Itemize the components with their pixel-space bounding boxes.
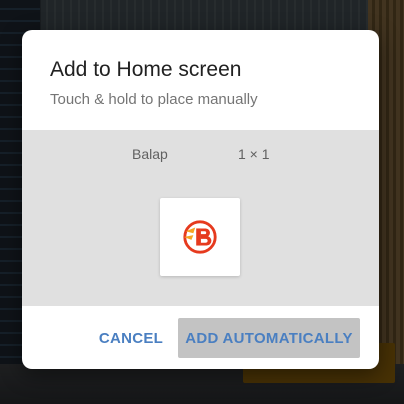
balap-logo-icon	[183, 220, 217, 254]
widget-preview-area: Balap 1 × 1	[22, 130, 379, 306]
dialog-subtitle: Touch & hold to place manually	[50, 91, 258, 108]
widget-name: Balap	[132, 146, 168, 162]
dialog-actions: CANCEL ADD AUTOMATICALLY	[22, 306, 379, 369]
cancel-button[interactable]: CANCEL	[94, 318, 168, 358]
widget-tile[interactable]	[160, 198, 240, 276]
widget-size: 1 × 1	[238, 146, 270, 162]
add-to-home-dialog: Add to Home screen Touch & hold to place…	[22, 30, 379, 369]
add-automatically-button[interactable]: ADD AUTOMATICALLY	[178, 318, 360, 358]
dialog-title: Add to Home screen	[50, 58, 242, 81]
